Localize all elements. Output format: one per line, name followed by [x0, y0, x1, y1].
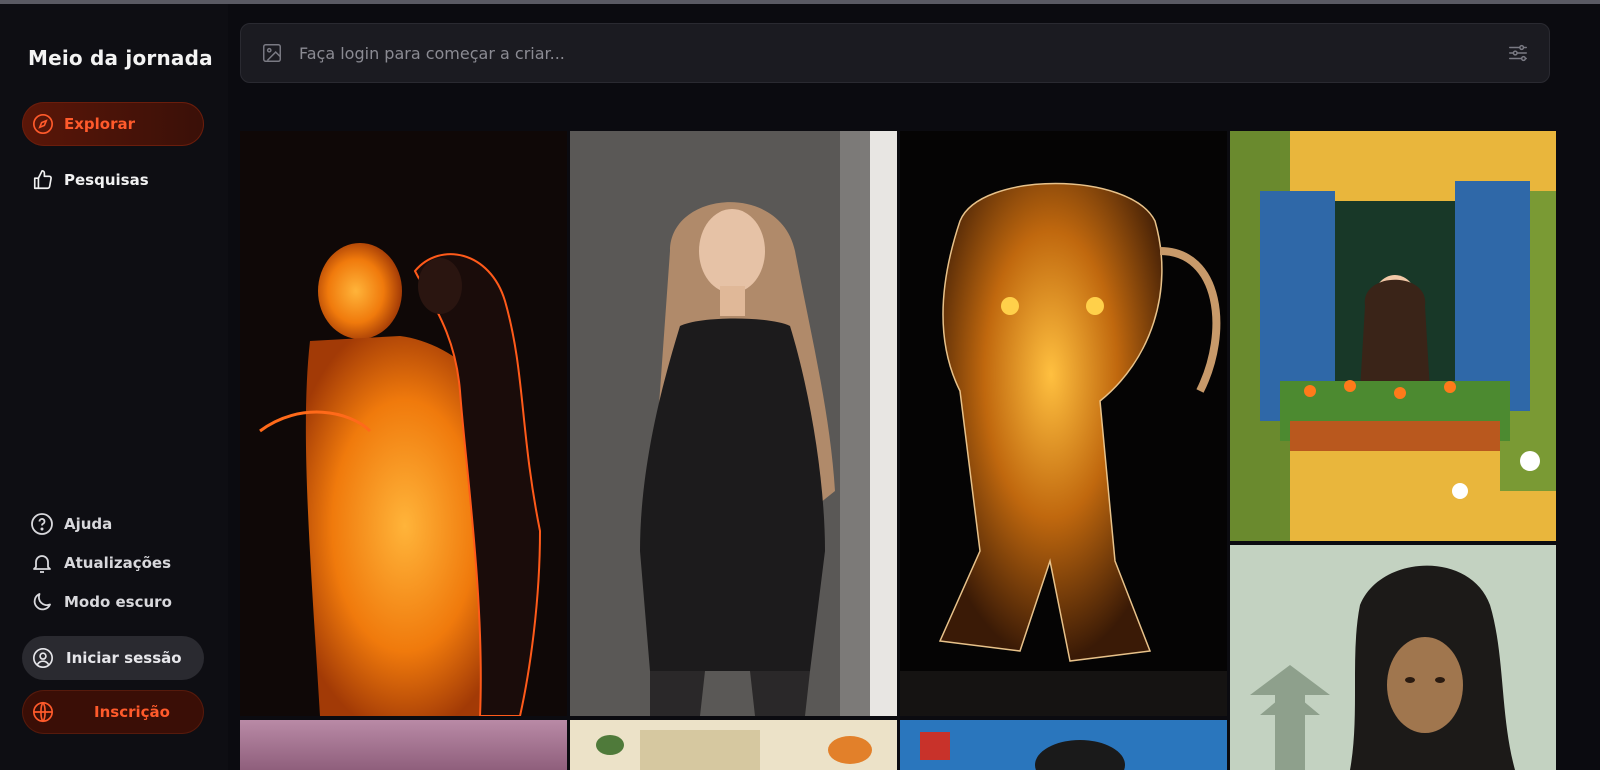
gallery-image-warrior-woman[interactable]	[1230, 545, 1556, 770]
signup-label: Inscrição	[94, 703, 170, 721]
updates-link[interactable]: Atualizações	[30, 551, 171, 575]
gallery-image-woman-black-dress[interactable]	[570, 131, 897, 716]
image-icon[interactable]	[261, 42, 283, 64]
bell-icon	[33, 555, 51, 573]
gallery-image-blue-poster[interactable]	[900, 720, 1227, 770]
blue-poster-illustration	[900, 720, 1227, 770]
window-top-border	[0, 0, 1600, 4]
nav-explore[interactable]: Explorar	[22, 102, 204, 146]
gallery-image-botanical-stamps[interactable]	[570, 720, 897, 770]
nav-searches-label: Pesquisas	[64, 171, 149, 189]
help-circle-icon	[31, 513, 53, 535]
help-label: Ajuda	[64, 515, 113, 533]
nav-explore-label: Explorar	[64, 115, 136, 133]
signup-button[interactable]: Inscrição	[22, 690, 204, 734]
woman-portrait-illustration	[570, 131, 897, 716]
user-circle-icon	[33, 648, 53, 668]
login-button[interactable]: Iniciar sessão	[22, 636, 204, 680]
crystal-jaguar-illustration	[900, 131, 1227, 716]
app-logo[interactable]: Meio da jornada	[28, 46, 213, 70]
explore-gallery	[240, 131, 1556, 770]
gallery-image-window-flowers[interactable]	[1230, 131, 1556, 541]
gallery-image-crystal-jaguar[interactable]	[900, 131, 1227, 716]
nav-searches[interactable]: Pesquisas	[22, 158, 204, 202]
botanical-illustration	[570, 720, 897, 770]
sliders-icon[interactable]	[1507, 42, 1529, 64]
prompt-bar[interactable]	[240, 23, 1550, 83]
glowing-couple-illustration	[240, 131, 567, 716]
dark-mode-toggle[interactable]: Modo escuro	[30, 590, 172, 614]
gallery-image-glowing-couple[interactable]	[240, 131, 567, 716]
gallery-image-pink-blossoms[interactable]	[240, 720, 567, 770]
sidebar: Meio da jornada Explorar Pesquisas Ajuda…	[0, 4, 228, 770]
window-girl-illustration	[1230, 131, 1556, 541]
warrior-woman-illustration	[1230, 545, 1556, 770]
login-label: Iniciar sessão	[66, 649, 182, 667]
globe-icon	[33, 701, 53, 723]
dark-mode-label: Modo escuro	[64, 593, 172, 611]
thumbs-up-icon	[33, 170, 52, 190]
moon-icon	[33, 593, 51, 611]
compass-icon	[33, 114, 53, 134]
prompt-input[interactable]	[299, 43, 1507, 63]
help-link[interactable]: Ajuda	[30, 512, 112, 536]
updates-label: Atualizações	[64, 554, 172, 572]
